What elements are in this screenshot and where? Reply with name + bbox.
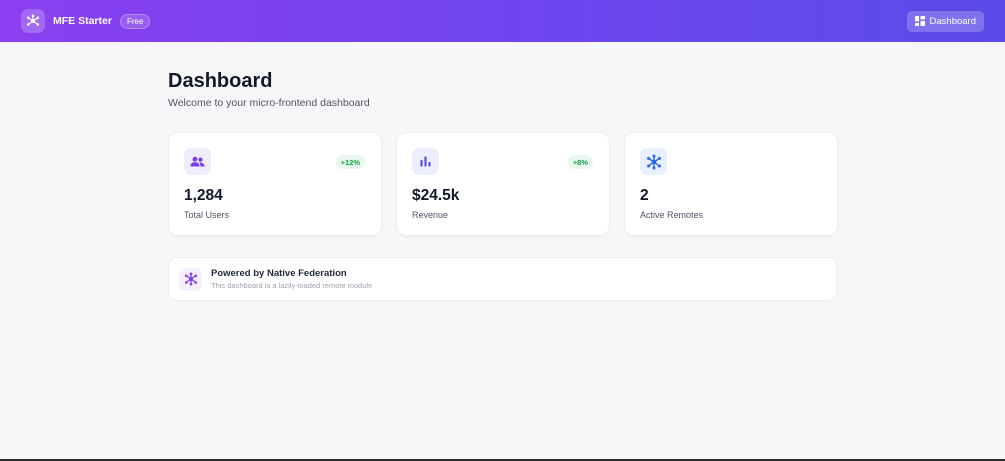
stats-cards: +12% 1,284 Total Users +8% $24.5k Revenu…	[168, 132, 838, 236]
info-card: Powered by Native Federation This dashbo…	[168, 257, 837, 301]
top-navigation-bar: MFE Starter Free Dashboard	[0, 0, 1005, 42]
network-icon	[184, 272, 197, 286]
stat-icon-container	[184, 148, 211, 175]
stat-value: 2	[640, 187, 649, 204]
dashboard-nav-button[interactable]: Dashboard	[906, 10, 984, 32]
stat-card-active-remotes: 2 Active Remotes	[624, 132, 838, 236]
dashboard-nav-label: Dashboard	[929, 15, 976, 27]
plan-badge: Free	[119, 13, 151, 29]
info-icon-container	[179, 267, 202, 291]
stat-label: Active Remotes	[640, 210, 704, 220]
brand-title[interactable]: MFE Starter	[53, 15, 112, 27]
stat-icon-container	[640, 148, 667, 175]
stat-change-badge: +8%	[567, 155, 593, 169]
network-icon	[646, 154, 661, 169]
grid-icon	[914, 16, 925, 26]
stat-value: $24.5k	[412, 187, 460, 204]
stat-label: Revenue	[412, 210, 449, 220]
network-icon	[26, 14, 40, 26]
stat-icon-container	[412, 148, 439, 175]
info-subtitle: This dashboard is a lazily-loaded remote…	[211, 281, 373, 290]
stat-change-badge: +12%	[335, 155, 365, 169]
main-content: Dashboard Welcome to your micro-frontend…	[168, 70, 838, 301]
stat-value: 1,284	[184, 187, 223, 204]
stat-card-revenue: +8% $24.5k Revenue	[396, 132, 610, 236]
logo[interactable]	[21, 9, 45, 33]
info-title: Powered by Native Federation	[211, 268, 347, 279]
bar-chart-icon	[420, 156, 431, 167]
stat-card-total-users: +12% 1,284 Total Users	[168, 132, 382, 236]
stat-label: Total Users	[184, 210, 230, 220]
page-title: Dashboard	[168, 70, 273, 92]
page-subtitle: Welcome to your micro-frontend dashboard	[168, 97, 370, 109]
users-icon	[190, 156, 205, 166]
